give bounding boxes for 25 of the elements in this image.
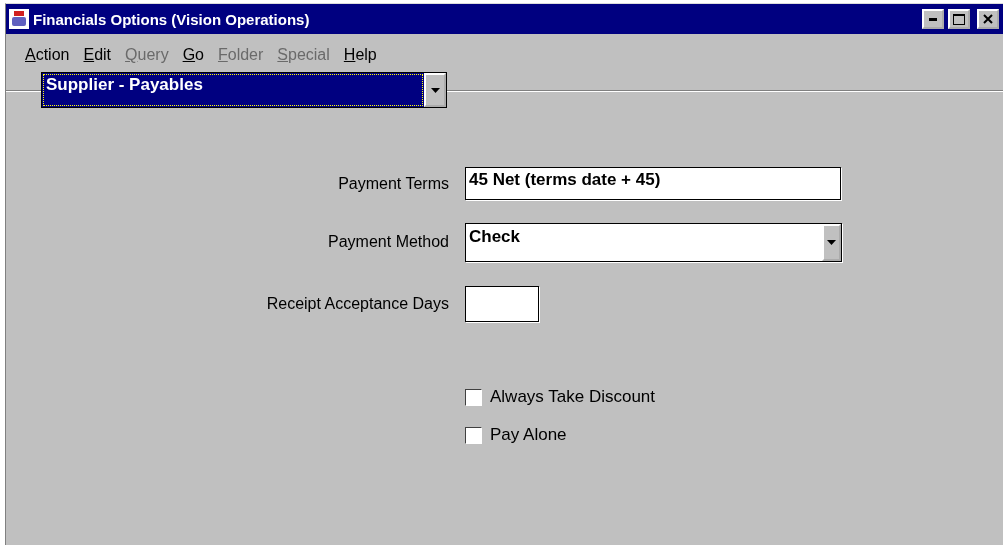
menu-item[interactable]: Help bbox=[343, 46, 377, 72]
maximize-icon bbox=[953, 13, 965, 25]
dropdown-arrow-icon bbox=[827, 239, 836, 245]
menu-item[interactable]: Edit bbox=[83, 46, 112, 72]
dropdown-arrow-icon bbox=[430, 87, 440, 93]
app-icon bbox=[9, 9, 29, 29]
checkbox[interactable] bbox=[465, 426, 482, 444]
checkbox-label: Pay Alone bbox=[490, 425, 567, 445]
minimize-icon bbox=[929, 17, 937, 21]
receipt-days-field[interactable] bbox=[465, 286, 539, 322]
payment-terms-field[interactable]: 45 Net (terms date + 45) bbox=[465, 167, 841, 200]
maximize-button[interactable] bbox=[948, 9, 970, 29]
checkbox[interactable] bbox=[465, 388, 482, 406]
field-label: Payment Method bbox=[327, 233, 449, 251]
field-label: Payment Terms bbox=[337, 174, 449, 193]
close-button[interactable] bbox=[977, 9, 999, 29]
close-icon bbox=[983, 14, 993, 24]
menu-item[interactable]: Go bbox=[182, 46, 204, 72]
window-title: Financials Options (Vision Operations) bbox=[33, 10, 311, 28]
field-label: Receipt Acceptance Days bbox=[265, 295, 449, 313]
payment-method-dropdown[interactable]: Check bbox=[465, 222, 842, 262]
region-dropdown[interactable]: Supplier - Payables bbox=[41, 72, 447, 108]
menu-item[interactable]: Action bbox=[25, 46, 70, 72]
minimize-button[interactable] bbox=[922, 9, 944, 29]
checkbox-label: Always Take Discount bbox=[490, 387, 656, 407]
